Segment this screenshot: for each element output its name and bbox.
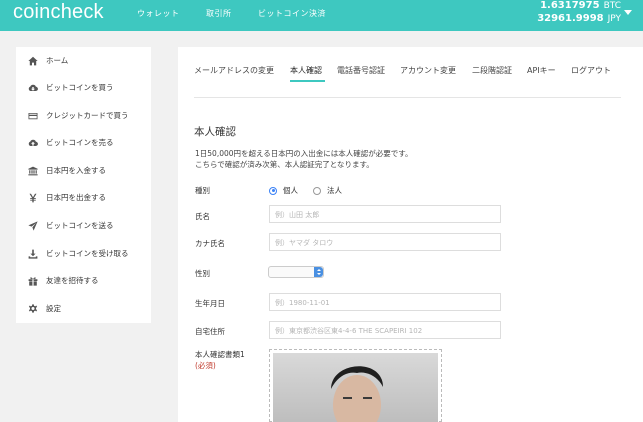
radio-label: 個人 [283,186,298,195]
nav-exchange[interactable]: 取引所 [206,8,232,19]
type-radio-individual[interactable]: 個人 [269,185,298,196]
name-label: 氏名 [195,212,210,221]
top-navigation-bar: coincheck ウォレット 取引所 ビットコイン決済 1.6317975 BT… [0,0,643,31]
type-label: 種別 [195,186,210,195]
description-line-1: 1日50,000円を超える日本円の入出金には本人確認が必要です。 [195,149,413,158]
description-line-2: こちらで確認が済み次第、本人認証完了となります。 [195,160,374,169]
btc-balance: 1.6317975 BTC [540,0,621,11]
tab-email-change[interactable]: メールアドレスの変更 [194,65,274,76]
jpy-balance-unit: JPY [607,14,621,24]
tab-identity-verification[interactable]: 本人確認 [290,65,322,76]
sidebar-item-label: 友達を招待する [46,276,99,285]
yen-icon [20,193,46,203]
gift-icon [20,276,46,286]
credit-card-icon [20,111,46,121]
id-photo-preview [273,353,438,422]
sidebar-item-buy-with-credit-card[interactable]: クレジットカードで買う [16,102,151,129]
id-document-upload-area[interactable] [269,349,442,422]
active-tab-indicator [290,80,325,82]
sidebar: ホーム ビットコインを買う クレジットカードで買う ビットコインを売る 日本円を… [16,47,151,323]
cloud-upload-icon [20,138,46,148]
tab-two-factor-auth[interactable]: 二段階認証 [472,65,512,76]
sidebar-item-receive-bitcoin[interactable]: ビットコインを受け取る [16,240,151,267]
sidebar-item-invite-friends[interactable]: 友達を招待する [16,267,151,294]
sidebar-item-deposit-jpy[interactable]: 日本円を入金する [16,157,151,184]
sidebar-item-label: ビットコインを送る [46,221,114,230]
sidebar-item-label: 設定 [46,304,61,313]
btc-balance-unit: BTC [603,1,621,11]
tab-account-change[interactable]: アカウント変更 [400,65,456,76]
sidebar-item-label: ビットコインを買う [46,83,114,92]
id-document-label: 本人確認書類1 [195,350,245,359]
kana-name-label: カナ氏名 [195,239,225,248]
tab-api-key[interactable]: APIキー [527,65,556,76]
sidebar-item-settings[interactable]: 設定 [16,295,151,322]
address-input[interactable]: 例）東京都渋谷区東4-4-6 THE SCAPEIRI 102 [269,321,501,339]
sidebar-item-sell-bitcoin[interactable]: ビットコインを売る [16,129,151,156]
tabs-divider [194,97,621,98]
nav-wallet[interactable]: ウォレット [137,8,180,19]
radio-button[interactable] [313,186,321,195]
download-icon [20,249,46,259]
bank-icon [20,166,46,176]
identity-verification-panel: メールアドレスの変更 本人確認 電話番号認証 アカウント変更 二段階認証 API… [178,47,643,422]
radio-button-selected[interactable] [269,186,277,195]
gender-select[interactable] [268,266,324,278]
chevron-down-icon[interactable] [624,10,632,15]
birthdate-label: 生年月日 [195,299,225,308]
sidebar-item-label: 日本円を入金する [46,166,106,175]
sidebar-item-label: ビットコインを受け取る [46,249,129,258]
type-radio-corporation[interactable]: 法人 [313,185,342,196]
sidebar-item-send-bitcoin[interactable]: ビットコインを送る [16,212,151,239]
gender-label: 性別 [195,269,210,278]
address-label: 自宅住所 [195,327,225,336]
name-input[interactable]: 例）山田 太郎 [269,205,501,223]
sidebar-item-label: 日本円を出金する [46,193,106,202]
btc-balance-amount: 1.6317975 [540,0,600,11]
jpy-balance: 32961.9998 JPY [537,13,621,24]
sidebar-item-withdraw-jpy[interactable]: 日本円を出金する [16,184,151,211]
sidebar-item-home[interactable]: ホーム [16,47,151,74]
tab-phone-verification[interactable]: 電話番号認証 [337,65,385,76]
tab-logout[interactable]: ログアウト [571,65,611,76]
jpy-balance-amount: 32961.9998 [537,13,604,24]
gear-icon [20,303,46,314]
required-marker: (必須) [195,361,216,370]
sidebar-item-label: クレジットカードで買う [46,111,129,120]
sidebar-item-label: ホーム [46,56,69,65]
send-icon [20,220,46,231]
nav-bitcoin-payment[interactable]: ビットコイン決済 [258,8,326,19]
birthdate-input[interactable]: 例）1980-11-01 [269,293,501,311]
radio-label: 法人 [327,186,342,195]
sidebar-item-label: ビットコインを売る [46,138,114,147]
home-icon [20,56,46,66]
kana-name-input[interactable]: 例）ヤマダ タロウ [269,233,501,251]
coincheck-logo[interactable]: coincheck [13,1,104,24]
cloud-download-icon [20,83,46,93]
sidebar-item-buy-bitcoin[interactable]: ビットコインを買う [16,74,151,101]
section-title: 本人確認 [194,126,236,138]
select-arrows-icon[interactable] [314,267,323,277]
